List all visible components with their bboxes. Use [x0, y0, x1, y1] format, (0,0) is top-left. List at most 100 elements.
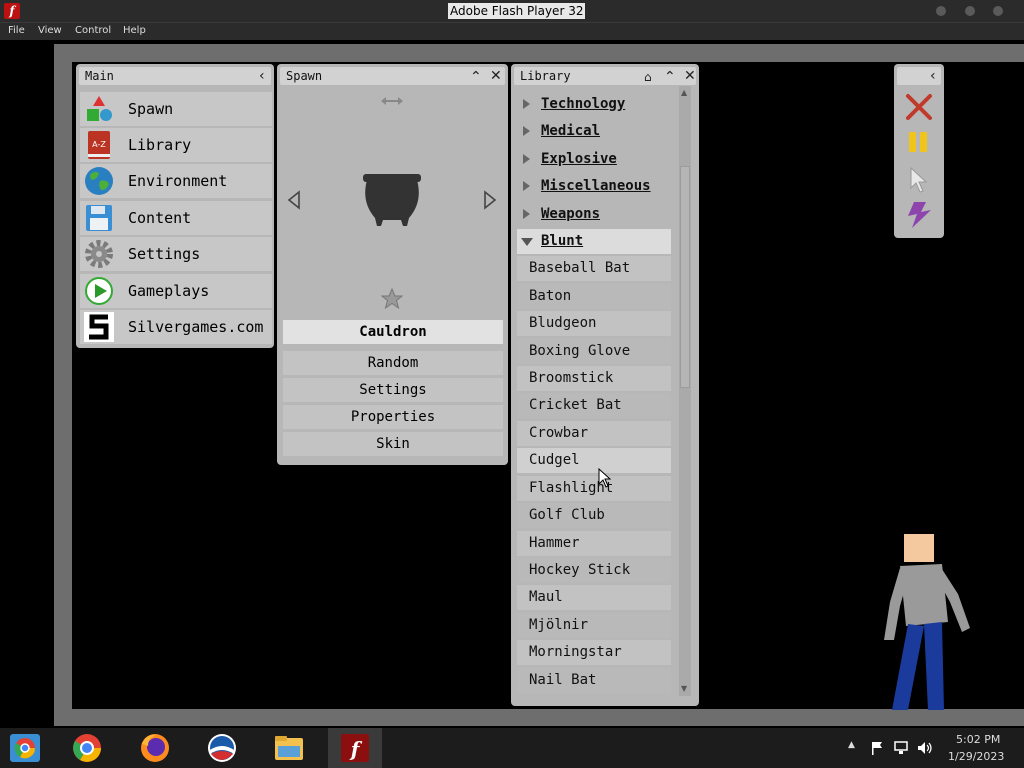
main-panel: Main ‹ Spawn A-Z Library Environment Con…: [76, 64, 274, 348]
prev-arrow-icon[interactable]: [287, 190, 301, 210]
cauldron-icon: [363, 174, 421, 226]
maximize-button[interactable]: [965, 6, 975, 16]
main-item-settings[interactable]: Settings: [80, 237, 272, 271]
library-item-hovered[interactable]: Cudgel: [517, 448, 671, 473]
main-item-library[interactable]: A-Z Library: [80, 128, 272, 162]
floppy-disk-icon: [86, 205, 112, 231]
menu-file[interactable]: File: [8, 25, 25, 36]
close-icon[interactable]: ✕: [684, 69, 696, 83]
main-item-spawn[interactable]: Spawn: [80, 92, 272, 126]
menu-view[interactable]: View: [38, 25, 62, 36]
main-item-environment[interactable]: Environment: [80, 164, 272, 198]
scrollbar-thumb[interactable]: [680, 166, 690, 388]
close-window-button[interactable]: [993, 6, 1003, 16]
main-item-silvergames[interactable]: Silvergames.com: [80, 310, 272, 344]
selected-item-name: Cauldron: [283, 320, 503, 344]
library-item[interactable]: Bludgeon: [517, 311, 671, 336]
minimize-button[interactable]: [936, 6, 946, 16]
flash-app-icon: f: [4, 3, 20, 19]
expand-arrow-icon: [523, 99, 530, 109]
clock-date[interactable]: 1/29/2023: [948, 750, 1004, 763]
obama-icon[interactable]: [205, 732, 239, 764]
network-icon[interactable]: [893, 741, 909, 755]
home-icon[interactable]: ⌂: [644, 70, 652, 84]
pointer-icon[interactable]: [909, 166, 931, 194]
tray-expand-icon[interactable]: ▲: [848, 740, 855, 750]
stage-border: [54, 709, 1024, 726]
library-item[interactable]: Flashlight: [517, 476, 671, 501]
clock-time[interactable]: 5:02 PM: [956, 733, 1000, 746]
main-item-gameplays[interactable]: Gameplays: [80, 274, 272, 308]
item-label: Broomstick: [529, 370, 614, 386]
skin-button[interactable]: Skin: [283, 432, 503, 456]
item-label: Mjölnir: [529, 617, 589, 633]
file-explorer-icon[interactable]: [272, 732, 306, 764]
category-explosive[interactable]: Explosive: [517, 147, 671, 172]
category-weapons[interactable]: Weapons: [517, 202, 671, 227]
flag-icon[interactable]: [870, 741, 884, 755]
library-item[interactable]: Cricket Bat: [517, 393, 671, 418]
library-item[interactable]: Crowbar: [517, 421, 671, 446]
collapse-icon[interactable]: ‹: [259, 69, 265, 83]
library-scrollbar[interactable]: ▲ ▼: [679, 86, 691, 696]
library-item[interactable]: Hammer: [517, 531, 671, 556]
random-button[interactable]: Random: [283, 351, 503, 375]
flip-arrows-icon[interactable]: [380, 95, 404, 107]
category-label: Technology: [541, 96, 626, 112]
category-medical[interactable]: Medical: [517, 119, 671, 144]
menu-control[interactable]: Control: [75, 25, 111, 36]
scroll-up-icon[interactable]: ▲: [681, 88, 687, 97]
main-item-label: Silvergames.com: [128, 318, 264, 336]
main-panel-header[interactable]: Main ‹: [79, 67, 271, 85]
spawn-panel: Spawn ⌃ ✕ Cauldron Random Settings Prope…: [277, 64, 508, 465]
category-miscellaneous[interactable]: Miscellaneous: [517, 174, 671, 199]
library-item[interactable]: Baton: [517, 284, 671, 309]
chrome-app-icon[interactable]: [8, 732, 42, 764]
favorite-star-icon[interactable]: [381, 288, 403, 310]
library-item[interactable]: Nail Bat: [517, 668, 671, 693]
menu-bar: File View Control Help: [0, 22, 1024, 40]
chevron-up-icon[interactable]: ⌃: [664, 70, 676, 84]
library-item[interactable]: Mjölnir: [517, 613, 671, 638]
library-item[interactable]: Broomstick: [517, 366, 671, 391]
window-title: Adobe Flash Player 32: [448, 3, 586, 19]
volume-icon[interactable]: [917, 741, 933, 755]
library-item[interactable]: Golf Club: [517, 503, 671, 528]
library-item[interactable]: Baseball Bat: [517, 256, 671, 281]
stage-border: [54, 44, 72, 710]
main-item-label: Environment: [128, 172, 228, 190]
chrome-icon[interactable]: [70, 732, 104, 764]
category-label: Blunt: [541, 233, 584, 249]
clear-icon[interactable]: [904, 92, 934, 122]
collapse-icon[interactable]: ‹: [930, 69, 936, 83]
silvergames-logo-icon: [84, 312, 114, 342]
category-technology[interactable]: Technology: [517, 92, 671, 117]
main-item-content[interactable]: Content: [80, 201, 272, 235]
pause-icon[interactable]: [906, 130, 930, 154]
library-item[interactable]: Morningstar: [517, 640, 671, 665]
ragdoll-character[interactable]: [878, 532, 974, 710]
power-icon[interactable]: [904, 200, 934, 230]
shapes-icon: [87, 96, 112, 121]
svg-text:A-Z: A-Z: [92, 140, 106, 149]
spawn-panel-header[interactable]: Spawn ⌃ ✕: [280, 67, 505, 85]
item-label: Morningstar: [529, 644, 622, 660]
scroll-down-icon[interactable]: ▼: [681, 684, 687, 693]
firefox-icon[interactable]: [138, 732, 172, 764]
next-arrow-icon[interactable]: [483, 190, 497, 210]
settings-button[interactable]: Settings: [283, 378, 503, 402]
library-item[interactable]: Maul: [517, 585, 671, 610]
category-blunt[interactable]: Blunt: [517, 229, 671, 254]
properties-button[interactable]: Properties: [283, 405, 503, 429]
library-item[interactable]: Boxing Glove: [517, 339, 671, 364]
close-icon[interactable]: ✕: [490, 69, 502, 83]
panel-title: Main: [85, 69, 114, 83]
library-item[interactable]: Hockey Stick: [517, 558, 671, 583]
globe-icon: [85, 167, 113, 195]
tools-panel-header[interactable]: ‹: [897, 67, 941, 85]
expand-arrow-icon: [523, 209, 530, 219]
menu-help[interactable]: Help: [123, 25, 146, 36]
chevron-up-icon[interactable]: ⌃: [470, 70, 482, 84]
flash-player-icon[interactable]: f: [338, 732, 372, 764]
library-panel-header[interactable]: Library ⌂ ⌃ ✕: [514, 67, 696, 85]
